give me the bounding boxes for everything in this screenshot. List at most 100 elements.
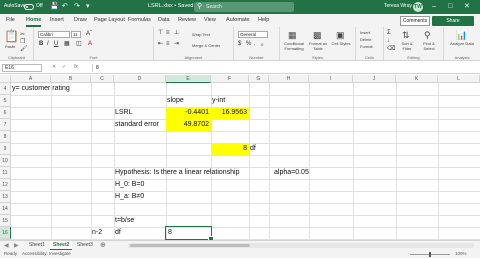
cell-h11[interactable]: alpha=0.05 [273,167,333,179]
analyze-data-icon[interactable]: 📊 [456,30,467,40]
cell-f9[interactable]: 8 [211,143,249,155]
column-header-b[interactable]: B [51,75,91,83]
row-header-9[interactable]: 9 [0,143,11,155]
row-header-8[interactable]: 8 [0,131,11,143]
column-header-a[interactable]: A [11,75,51,83]
italic-icon[interactable]: I [47,41,49,48]
clear-icon[interactable]: ⌫ [387,46,395,53]
autosave-toggle[interactable] [24,3,34,10]
underline-icon[interactable]: U [54,41,58,48]
cell-d16[interactable]: df [114,227,166,239]
font-size-select[interactable]: 11 [71,31,81,38]
column-header-g[interactable]: G [249,75,269,83]
column-header-l[interactable]: L [438,75,480,83]
find-select-icon[interactable]: ⚲ [424,30,431,40]
font-name-select[interactable]: Calibri [38,31,70,38]
sheet-tab-sheet2[interactable]: Sheet2 [50,241,73,250]
fill-icon[interactable]: ↓ [387,38,390,45]
sheet-tab-sheet3[interactable]: Sheet3 [74,241,96,250]
share-button[interactable]: Share [432,15,474,26]
cell-e7[interactable]: 49.8702 [166,119,211,131]
document-title[interactable]: LSRL.xlsx • Saved [148,3,193,9]
tab-help[interactable]: Help [258,17,269,23]
horizontal-scrollbar[interactable] [128,243,474,248]
row-header-11[interactable]: 11 [0,167,11,179]
delete-button[interactable]: Delete [360,37,372,42]
cell-d12[interactable]: H_0: B=0 [114,179,166,191]
avatar[interactable]: TW [413,2,423,12]
cell-d11[interactable]: Hypothesis: Is there a linear relationsh… [114,167,274,179]
cell-d15[interactable]: t=b/se [114,215,166,227]
cell-f6[interactable]: 16.9563 [211,107,249,119]
tab-insert[interactable]: Insert [50,17,64,23]
conditional-formatting-icon[interactable]: ▦ [288,30,297,40]
tab-automate[interactable]: Automate [226,17,250,23]
column-header-c[interactable]: C [91,75,114,83]
autosum-icon[interactable]: Σ [387,30,391,37]
borders-icon[interactable]: ▦ [64,41,70,48]
scrollbar-thumb[interactable] [130,244,250,247]
percent-icon[interactable]: % [246,41,251,48]
row-header-7[interactable]: 7 [0,119,11,131]
add-sheet-icon[interactable]: ⊕ [100,241,106,250]
merge-center-button[interactable]: Merge & Center [192,43,220,48]
sort-filter-icon[interactable]: ⇅ [402,30,410,40]
prev-sheet-icon[interactable]: ◀ [4,242,9,250]
number-format-select[interactable]: General [238,31,268,38]
row-header-10[interactable]: 10 [0,155,11,167]
zoom-slider[interactable] [410,251,450,257]
cell-f5[interactable]: y-int [211,95,249,107]
insert-button[interactable]: Insert [360,30,370,35]
align-middle-icon[interactable]: ≡ [166,30,170,37]
cell-styles-button[interactable]: Cell Styles [331,41,351,47]
row-header-5[interactable]: 5 [0,95,11,107]
align-center-icon[interactable]: ≡ [166,41,170,48]
tab-data[interactable]: Data [158,17,170,23]
column-header-f[interactable]: F [211,75,249,83]
cell-styles-icon[interactable]: ▣ [336,30,345,40]
tab-view[interactable]: View [204,17,216,23]
row-header-12[interactable]: 12 [0,179,11,191]
find-select-button[interactable]: Find & Select [419,41,439,51]
cell-d5[interactable]: slope [166,95,211,107]
format-button[interactable]: Format [360,44,373,49]
sheet-tab-sheet1[interactable]: Sheet1 [26,241,48,250]
align-right-icon[interactable]: ⇥ [174,41,179,48]
format-table-icon[interactable]: ▩ [313,30,322,40]
row-header-4[interactable]: 4 [0,83,11,95]
name-box[interactable]: E16 [2,64,42,72]
row-header-6[interactable]: 6 [0,107,11,119]
tab-review[interactable]: Review [178,17,196,23]
comments-button[interactable]: Comments [400,15,430,26]
format-table-button[interactable]: Format as Table [308,41,328,51]
tab-page-layout[interactable]: Page Layout [94,17,125,23]
cell-d13[interactable]: H_a: B≠0 [114,191,166,203]
tab-file[interactable]: File [6,17,15,23]
bold-icon[interactable]: B [39,41,43,48]
paste-icon[interactable]: 📋 [4,30,19,43]
redo-icon[interactable]: ↷ [74,2,80,11]
minimize-icon[interactable]: – [432,1,436,13]
customize-toolbar-icon[interactable]: ▾ [86,2,90,11]
increase-font-icon[interactable]: Aˆ [86,31,92,38]
cell-d6[interactable]: LSRL [114,107,166,119]
close-icon[interactable]: ✕ [464,1,470,13]
search-box[interactable]: ⚲ Search [194,2,294,12]
insert-function-button[interactable]: fx [74,64,78,70]
row-header-13[interactable]: 13 [0,191,11,203]
align-top-icon[interactable]: ⊤ [158,30,163,37]
user-name[interactable]: Teresa Wray [384,3,412,9]
format-painter-icon[interactable]: 🖌 [20,44,28,54]
decimal-icon[interactable]: .0 [260,41,263,48]
align-left-icon[interactable]: ⇤ [158,41,163,48]
tab-home[interactable]: Home [26,17,42,27]
tab-draw[interactable]: Draw [74,17,87,23]
zoom-level[interactable]: 100% [455,250,467,258]
column-header-k[interactable]: K [396,75,438,83]
column-header-e[interactable]: E [166,75,211,83]
cell-e6[interactable]: -0.4401 [166,107,211,119]
cancel-icon[interactable]: ✕ [52,64,56,70]
save-icon[interactable]: 💾 [50,2,59,11]
accessibility-status[interactable]: Accessibility: Investigate [22,250,71,258]
align-bottom-icon[interactable]: ⊥ [174,30,179,37]
